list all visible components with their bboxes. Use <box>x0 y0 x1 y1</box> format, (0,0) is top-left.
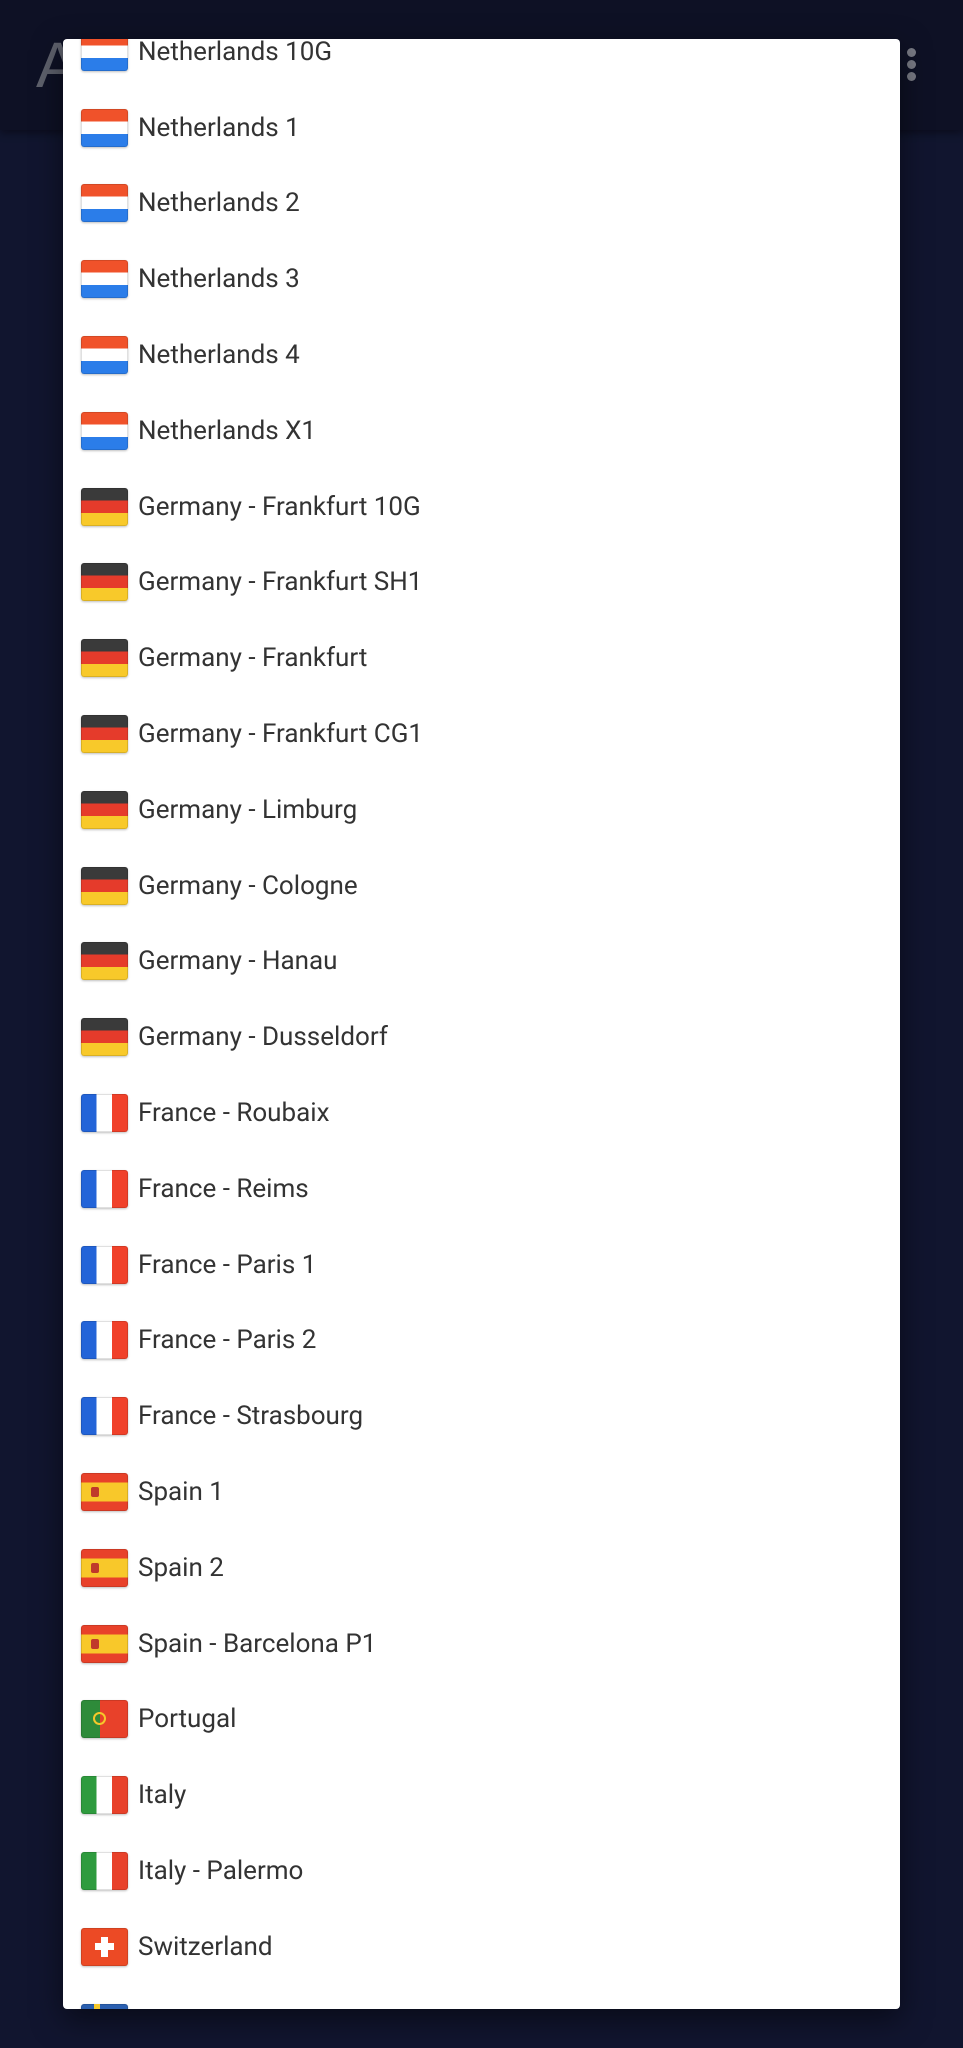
server-item-label: Italy <box>138 1780 187 1811</box>
server-item-label: Netherlands 2 <box>138 188 300 219</box>
server-item[interactable]: Germany - Frankfurt <box>63 620 900 696</box>
flag-nl-icon <box>81 260 128 299</box>
server-item[interactable]: Netherlands 4 <box>63 317 900 393</box>
server-item-label: Germany - Frankfurt <box>138 643 368 674</box>
server-item-label: Netherlands X1 <box>138 415 317 446</box>
server-item[interactable]: Netherlands 3 <box>63 241 900 317</box>
flag-es-icon <box>81 1548 128 1587</box>
flag-nl-icon <box>81 39 128 71</box>
server-item[interactable]: Germany - Hanau <box>63 924 900 1000</box>
server-item-label: Germany - Frankfurt SH1 <box>138 567 423 598</box>
flag-es-icon <box>81 1473 128 1512</box>
server-item-label: Germany - Hanau <box>138 946 338 977</box>
flag-fr-icon <box>81 1321 128 1360</box>
flag-nl-icon <box>81 336 128 375</box>
server-item-label: Germany - Frankfurt CG1 <box>138 719 424 750</box>
flag-pt-icon <box>81 1700 128 1739</box>
server-item[interactable]: Portugal <box>63 1682 900 1758</box>
server-item-label: Germany - Cologne <box>138 870 358 901</box>
server-item[interactable]: Germany - Cologne <box>63 848 900 924</box>
flag-se-icon <box>81 2003 128 2009</box>
server-item[interactable]: Spain 2 <box>63 1530 900 1606</box>
flag-de-icon <box>81 563 128 602</box>
flag-de-icon <box>81 487 128 526</box>
flag-ch-icon <box>81 1927 128 1966</box>
flag-it-icon <box>81 1852 128 1891</box>
server-item-label: Spain 1 <box>138 1477 224 1508</box>
server-item[interactable]: France - Paris 2 <box>63 1303 900 1379</box>
server-item[interactable]: Netherlands 2 <box>63 166 900 242</box>
flag-es-icon <box>81 1624 128 1663</box>
server-item-label: France - Roubaix <box>138 1098 330 1129</box>
server-item[interactable]: Netherlands 1 <box>63 90 900 166</box>
server-item[interactable] <box>63 1985 900 2009</box>
server-item-label: Spain - Barcelona P1 <box>138 1628 377 1659</box>
flag-de-icon <box>81 639 128 678</box>
flag-de-icon <box>81 866 128 905</box>
server-item-label: Spain 2 <box>138 1552 224 1583</box>
server-item-label: Netherlands 1 <box>138 112 300 143</box>
flag-it-icon <box>81 1776 128 1815</box>
server-item-label: Germany - Limburg <box>138 794 358 825</box>
server-item[interactable]: Netherlands 10G <box>63 39 900 90</box>
flag-nl-icon <box>81 108 128 147</box>
flag-de-icon <box>81 1018 128 1057</box>
server-item[interactable]: Germany - Dusseldorf <box>63 999 900 1075</box>
server-item[interactable]: Germany - Frankfurt SH1 <box>63 545 900 621</box>
flag-nl-icon <box>81 411 128 450</box>
flag-nl-icon <box>81 184 128 223</box>
server-item-label: Netherlands 4 <box>138 340 300 371</box>
flag-fr-icon <box>81 1397 128 1436</box>
server-item[interactable]: Germany - Frankfurt CG1 <box>63 696 900 772</box>
server-item-label: Italy - Palermo <box>138 1856 304 1887</box>
server-item-label: Netherlands 10G <box>138 39 333 67</box>
server-item-label: France - Strasbourg <box>138 1401 364 1432</box>
server-item-label: Switzerland <box>138 1931 273 1962</box>
flag-de-icon <box>81 715 128 754</box>
server-item[interactable]: Netherlands X1 <box>63 393 900 469</box>
server-item-label: France - Paris 1 <box>138 1249 317 1280</box>
server-list[interactable]: Netherlands 10G Netherlands 1 Netherlands … <box>63 39 900 2009</box>
server-item[interactable]: Spain 1 <box>63 1454 900 1530</box>
server-item[interactable]: France - Reims <box>63 1151 900 1227</box>
server-item-label: Germany - Dusseldorf <box>138 1022 388 1053</box>
flag-fr-icon <box>81 1094 128 1133</box>
server-item[interactable]: Italy <box>63 1757 900 1833</box>
flag-de-icon <box>81 790 128 829</box>
flag-fr-icon <box>81 1245 128 1284</box>
server-item[interactable]: Germany - Limburg <box>63 772 900 848</box>
server-item-label: France - Paris 2 <box>138 1325 317 1356</box>
server-item[interactable]: France - Strasbourg <box>63 1378 900 1454</box>
server-item-label: Germany - Frankfurt 10G <box>138 491 421 522</box>
flag-fr-icon <box>81 1169 128 1208</box>
server-item-label: France - Reims <box>138 1173 309 1204</box>
server-item-label: Netherlands 3 <box>138 264 300 295</box>
server-item[interactable]: Spain - Barcelona P1 <box>63 1606 900 1682</box>
server-item[interactable]: Germany - Frankfurt 10G <box>63 469 900 545</box>
server-item-label: Portugal <box>138 1704 237 1735</box>
server-list-dialog: Netherlands 10G Netherlands 1 Netherlands … <box>63 39 900 2009</box>
server-item[interactable]: France - Paris 1 <box>63 1227 900 1303</box>
flag-de-icon <box>81 942 128 981</box>
server-item[interactable]: France - Roubaix <box>63 1075 900 1151</box>
server-item[interactable]: Italy - Palermo <box>63 1833 900 1909</box>
server-item[interactable]: Switzerland <box>63 1909 900 1985</box>
